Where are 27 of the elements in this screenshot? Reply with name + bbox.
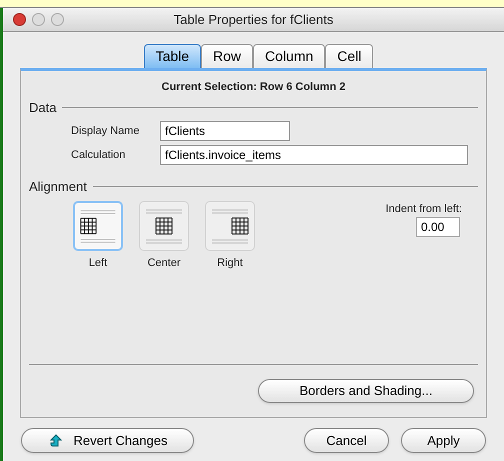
alignment-label: Center (147, 256, 181, 270)
indent-field[interactable]: 0.00 (416, 217, 460, 237)
field-label: Calculation (70, 148, 126, 163)
current-selection-label: Current Selection: Row 6 Column 2 (162, 80, 346, 95)
tab[interactable]: Row (201, 44, 254, 68)
alignment-option[interactable] (205, 200, 255, 250)
indent-label: Indent from left: (386, 202, 462, 216)
borders-and-shading-button[interactable]: Borders and Shading... (258, 379, 474, 403)
tab[interactable]: Table (144, 44, 202, 68)
revert-label: Revert Changes (74, 432, 168, 450)
apply-button[interactable]: Apply (401, 428, 486, 453)
alignment-option[interactable] (73, 200, 123, 250)
alignment-option[interactable] (139, 200, 189, 250)
text-field[interactable]: fClients.invoice_items (160, 145, 468, 165)
window-title: Table Properties for fClients (174, 10, 334, 29)
alignment-label: Left (88, 256, 108, 270)
tab[interactable]: Column (253, 44, 326, 68)
section-title: Data (29, 98, 56, 116)
field-label: Display Name (70, 124, 140, 139)
alignment-label: Right (217, 256, 243, 270)
curved-arrow-icon (48, 434, 64, 448)
tab[interactable]: Cell (325, 44, 374, 68)
section-title: Alignment (29, 178, 87, 196)
text-field[interactable]: fClients (160, 121, 290, 141)
revert-changes-button[interactable]: Revert Changes (21, 428, 194, 453)
close-icon[interactable] (13, 13, 26, 26)
cancel-button[interactable]: Cancel (304, 428, 389, 453)
